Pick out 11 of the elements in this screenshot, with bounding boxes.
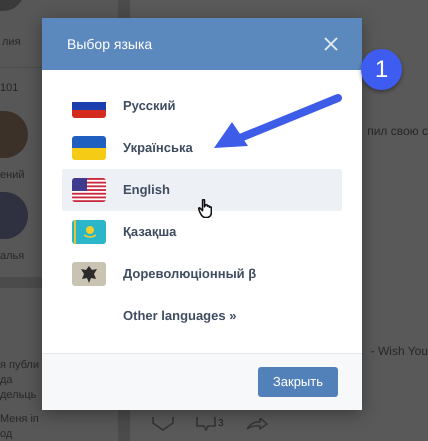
comment-icon[interactable] xyxy=(196,417,216,431)
close-icon[interactable] xyxy=(324,37,338,51)
flag-icon xyxy=(72,262,106,286)
share-icon[interactable] xyxy=(246,418,268,430)
other-languages-link[interactable]: Other languages » xyxy=(62,295,342,337)
flag-icon xyxy=(72,178,106,202)
flag-icon xyxy=(72,220,106,244)
hand-cursor-icon xyxy=(198,199,212,218)
dialog-title: Выбор языка xyxy=(67,34,152,54)
close-button[interactable]: Закрыть xyxy=(258,367,338,397)
flag-icon xyxy=(72,136,106,160)
